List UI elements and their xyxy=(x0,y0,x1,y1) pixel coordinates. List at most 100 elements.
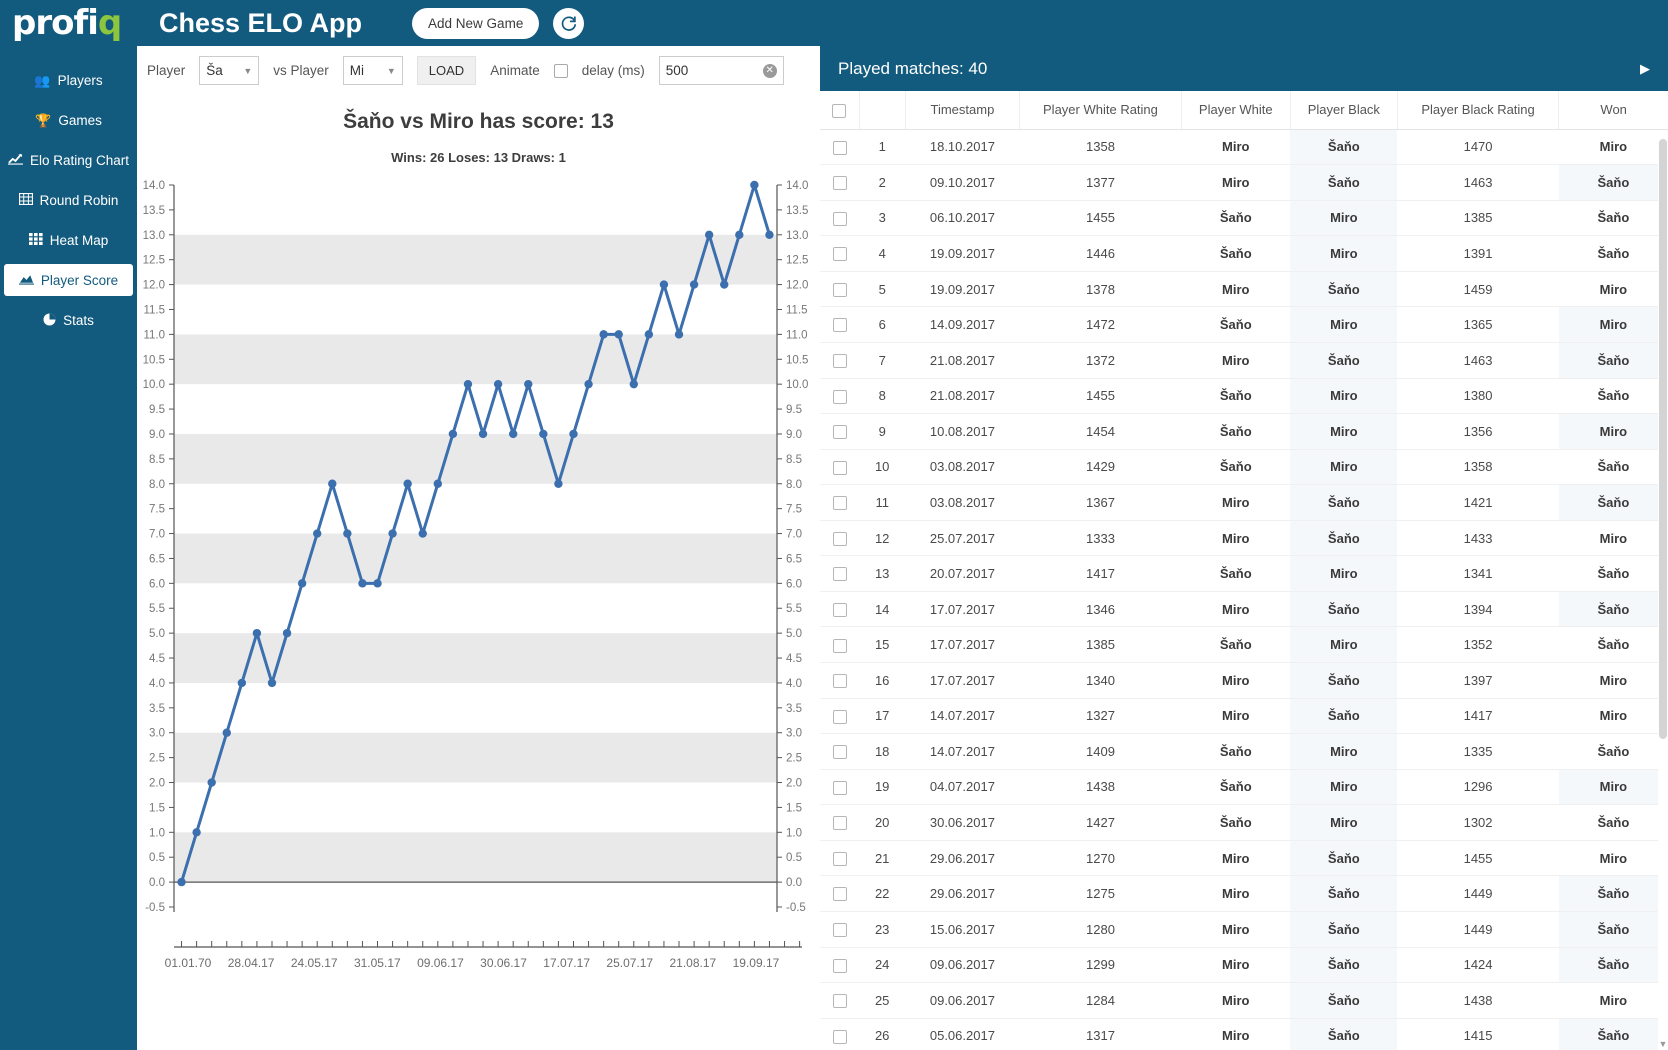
data-point[interactable] xyxy=(765,230,774,239)
row-select-cell[interactable] xyxy=(820,342,860,379)
data-point[interactable] xyxy=(267,678,277,688)
row-checkbox[interactable] xyxy=(832,496,847,511)
data-point[interactable] xyxy=(418,529,427,538)
table-row[interactable]: 12 25.07.2017 1333 Miro Šaňo 1433 Miro xyxy=(820,520,1668,557)
scroll-down-icon[interactable]: ▼ xyxy=(1658,1038,1668,1050)
table-row[interactable]: 10 03.08.2017 1429 Šaňo Miro 1358 Šaňo xyxy=(820,449,1668,486)
data-point[interactable] xyxy=(343,529,352,538)
row-checkbox[interactable] xyxy=(832,994,847,1009)
data-point[interactable] xyxy=(614,330,623,339)
sidebar-item-round-robin[interactable]: Round Robin xyxy=(4,184,133,216)
table-row[interactable]: 23 15.06.2017 1280 Miro Šaňo 1449 Šaňo xyxy=(820,911,1668,948)
data-point[interactable] xyxy=(207,778,216,787)
row-checkbox[interactable] xyxy=(832,567,847,582)
data-point[interactable] xyxy=(704,230,714,239)
table-row[interactable]: 5 19.09.2017 1378 Miro Šaňo 1459 Miro xyxy=(820,271,1668,308)
table-row[interactable]: 1 18.10.2017 1358 Miro Šaňo 1470 Miro xyxy=(820,129,1668,166)
row-select-cell[interactable] xyxy=(820,520,860,557)
vs-player-select[interactable]: Mi ▼ xyxy=(342,56,403,85)
data-point[interactable] xyxy=(463,379,473,389)
table-row[interactable]: 3 06.10.2017 1455 Šaňo Miro 1385 Šaňo xyxy=(820,200,1668,237)
data-point[interactable] xyxy=(448,429,458,439)
table-row[interactable]: 13 20.07.2017 1417 Šaňo Miro 1341 Šaňo xyxy=(820,555,1668,592)
row-select-cell[interactable] xyxy=(820,911,860,948)
table-row[interactable]: 19 04.07.2017 1438 Šaňo Miro 1296 Miro xyxy=(820,769,1668,806)
refresh-icon[interactable] xyxy=(553,7,585,39)
row-select-cell[interactable] xyxy=(820,449,860,486)
row-checkbox[interactable] xyxy=(832,1029,847,1044)
data-point[interactable] xyxy=(373,579,382,588)
data-point[interactable] xyxy=(358,579,367,588)
row-checkbox[interactable] xyxy=(832,176,847,191)
data-point[interactable] xyxy=(192,828,201,837)
table-row[interactable]: 16 17.07.2017 1340 Miro Šaňo 1397 Miro xyxy=(820,662,1668,699)
data-point[interactable] xyxy=(644,330,654,339)
row-select-cell[interactable] xyxy=(820,306,860,343)
animate-checkbox[interactable] xyxy=(553,63,568,78)
data-point[interactable] xyxy=(524,379,533,389)
table-row[interactable]: 17 14.07.2017 1327 Miro Šaňo 1417 Miro xyxy=(820,698,1668,735)
sidebar-item-players[interactable]: 👥 Players xyxy=(4,64,133,96)
data-point[interactable] xyxy=(252,628,262,638)
data-point[interactable] xyxy=(554,479,563,488)
row-select-cell[interactable] xyxy=(820,1018,860,1050)
data-point[interactable] xyxy=(177,877,186,887)
table-row[interactable]: 6 14.09.2017 1472 Šaňo Miro 1365 Miro xyxy=(820,306,1668,343)
row-checkbox[interactable] xyxy=(832,602,847,617)
delay-input[interactable]: 500 xyxy=(666,63,689,78)
row-select-cell[interactable] xyxy=(820,733,860,770)
data-point[interactable] xyxy=(237,678,247,688)
table-row[interactable]: 21 29.06.2017 1270 Miro Šaňo 1455 Miro xyxy=(820,840,1668,877)
row-checkbox[interactable] xyxy=(832,674,847,689)
row-checkbox[interactable] xyxy=(832,140,847,155)
row-select-cell[interactable] xyxy=(820,555,860,592)
player-white-rating-header[interactable]: Player White Rating xyxy=(1019,91,1182,130)
row-select-cell[interactable] xyxy=(820,378,860,415)
player-black-header[interactable]: Player Black xyxy=(1290,91,1398,130)
table-row[interactable]: 14 17.07.2017 1346 Miro Šaňo 1394 Šaňo xyxy=(820,591,1668,628)
table-row[interactable]: 18 14.07.2017 1409 Šaňo Miro 1335 Šaňo xyxy=(820,733,1668,770)
row-select-cell[interactable] xyxy=(820,875,860,912)
sidebar-item-stats[interactable]: Stats xyxy=(4,304,133,336)
row-checkbox[interactable] xyxy=(832,851,847,866)
row-select-cell[interactable] xyxy=(820,129,860,166)
row-checkbox[interactable] xyxy=(832,958,847,973)
table-row[interactable]: 11 03.08.2017 1367 Miro Šaňo 1421 Šaňo xyxy=(820,484,1668,521)
won-header[interactable]: Won xyxy=(1558,91,1668,130)
data-point[interactable] xyxy=(659,280,669,289)
table-row[interactable]: 2 09.10.2017 1377 Miro Šaňo 1463 Šaňo xyxy=(820,164,1668,201)
data-point[interactable] xyxy=(584,379,593,389)
data-point[interactable] xyxy=(313,529,322,538)
row-checkbox[interactable] xyxy=(832,354,847,368)
data-point[interactable] xyxy=(493,379,503,389)
row-checkbox[interactable] xyxy=(832,282,847,297)
data-point[interactable] xyxy=(222,728,231,737)
data-point[interactable] xyxy=(403,479,412,488)
select-all-checkbox[interactable] xyxy=(832,103,847,118)
row-checkbox[interactable] xyxy=(832,389,847,404)
data-point[interactable] xyxy=(328,479,337,488)
data-point[interactable] xyxy=(720,280,729,289)
row-select-cell[interactable] xyxy=(820,413,860,450)
row-checkbox[interactable] xyxy=(832,745,847,760)
row-select-cell[interactable] xyxy=(820,484,860,521)
row-checkbox[interactable] xyxy=(832,425,847,440)
row-select-cell[interactable] xyxy=(820,947,860,984)
table-row[interactable]: 26 05.06.2017 1317 Miro Šaňo 1415 Šaňo xyxy=(820,1018,1668,1050)
data-point[interactable] xyxy=(629,379,638,389)
row-select-cell[interactable] xyxy=(820,200,860,237)
table-row[interactable]: 7 21.08.2017 1372 Miro Šaňo 1463 Šaňo xyxy=(820,342,1668,379)
data-point[interactable] xyxy=(674,330,684,339)
data-point[interactable] xyxy=(750,180,759,190)
data-point[interactable] xyxy=(282,628,292,638)
row-select-cell[interactable] xyxy=(820,804,860,841)
data-point[interactable] xyxy=(539,429,548,439)
row-checkbox[interactable] xyxy=(832,460,847,475)
chevron-right-icon[interactable]: ▶ xyxy=(1640,61,1650,77)
data-point[interactable] xyxy=(297,579,307,588)
data-point[interactable] xyxy=(433,479,443,488)
sidebar-item-games[interactable]: 🏆 Games xyxy=(4,104,133,136)
timestamp-header[interactable]: Timestamp xyxy=(905,91,1021,130)
row-checkbox[interactable] xyxy=(832,211,847,226)
data-point[interactable] xyxy=(388,529,397,538)
